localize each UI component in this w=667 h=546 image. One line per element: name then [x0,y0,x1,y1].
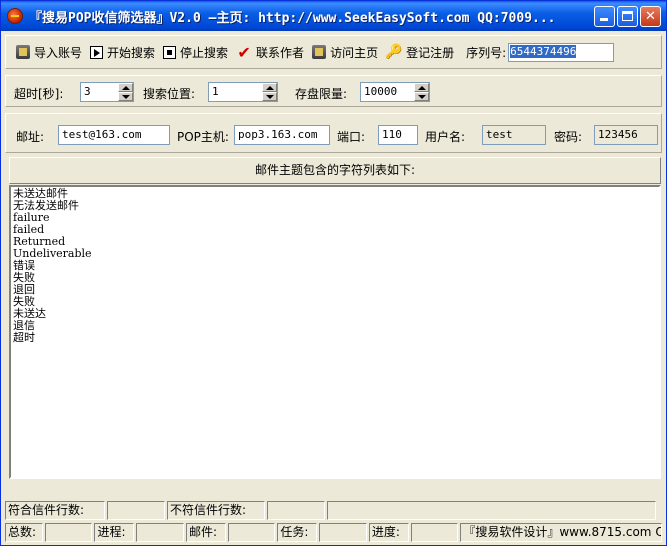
mail-value [227,523,276,542]
save-limit-value: 10000 [364,85,398,98]
window-title: 『搜易POP收信筛选器』V2.0 —主页: http://www.SeekEas… [29,10,556,26]
task-value [319,523,367,542]
list-item[interactable]: failed [13,224,657,236]
serial-label: 序列号: [466,45,507,60]
password-label: 密码: [554,130,583,144]
list-item[interactable]: 错误 [13,260,657,272]
status-spacer [327,501,656,520]
maximize-button[interactable] [617,6,638,27]
import-icon [16,45,30,59]
match-count-label: 符合信件行数: [5,501,105,520]
window-controls: ✕ [594,6,661,27]
keyword-list-header: 邮件主题包含的字符列表如下: [9,157,661,184]
list-item[interactable]: 退信 [13,320,657,332]
stop-icon [163,45,177,59]
register-label: 登记注册 [406,45,455,60]
nonmatch-count-value [267,501,325,520]
list-item[interactable]: Undeliverable [13,248,657,260]
spin-up-icon[interactable] [262,83,277,92]
spin-down-icon[interactable] [414,92,429,101]
process-value [136,523,184,542]
spin-up-icon[interactable] [414,83,429,92]
minimize-icon [600,18,608,21]
spin-up-icon[interactable] [118,83,133,92]
homepage-icon [312,45,327,59]
timeout-spinner[interactable]: 3 [80,82,134,102]
start-label: 开始搜索 [107,45,156,60]
password-field[interactable]: 123456 [594,125,658,145]
import-accounts-button[interactable]: 导入账号 [12,41,86,63]
title-bar[interactable]: 『搜易POP收信筛选器』V2.0 —主页: http://www.SeekEas… [1,1,666,31]
settings-panel: 超时[秒]: 3 搜索位置: 1 存盘限量: 10000 [5,75,662,107]
stop-search-button[interactable]: 停止搜索 [159,41,232,63]
pop-host-field[interactable]: pop3.163.com [234,125,330,145]
save-limit-spinner[interactable]: 10000 [360,82,430,102]
stop-label: 停止搜索 [180,45,229,60]
match-status-bar: 符合信件行数: 不符信件行数: [5,501,662,521]
list-item[interactable]: 未送达邮件 [13,188,657,200]
save-limit-label: 存盘限量: [295,87,348,101]
play-icon [90,45,104,59]
account-panel: 邮址: test@163.com POP主机: pop3.163.com 端口:… [5,113,662,153]
key-icon: 🔑 [385,44,403,60]
search-position-value: 1 [212,85,219,98]
app-logo-icon [7,8,23,24]
keyword-list[interactable]: 未送达邮件 无法发送邮件 failure failed Returned Und… [9,185,661,479]
visit-label: 访问主页 [330,45,379,60]
port-field[interactable]: 110 [378,125,418,145]
app-window: 『搜易POP收信筛选器』V2.0 —主页: http://www.SeekEas… [0,0,667,546]
list-item[interactable]: 无法发送邮件 [13,200,657,212]
list-item[interactable]: 失败 [13,272,657,284]
close-button[interactable]: ✕ [640,6,661,27]
checkmark-icon: ✔ [237,42,251,62]
process-label: 进程: [94,523,135,542]
progress-status-bar: 总数: 进程: 邮件: 任务: 进度: 『搜易软件设计』www.8715.com… [5,523,662,543]
timeout-value: 3 [84,85,91,98]
list-item[interactable]: Returned [13,236,657,248]
list-item[interactable]: 失败 [13,296,657,308]
serial-number-input[interactable]: 6544374496 [508,42,615,62]
visit-homepage-button[interactable]: 访问主页 [308,41,382,63]
credit-text: 『搜易软件设计』www.8715.com QQ [460,523,662,542]
total-label: 总数: [5,523,43,542]
serial-number-value: 6544374496 [510,44,577,58]
email-field[interactable]: test@163.com [58,125,170,145]
match-count-value [107,501,165,520]
progress-value [410,523,459,542]
username-label: 用户名: [425,130,466,144]
spin-down-icon[interactable] [262,92,277,101]
contact-author-button[interactable]: ✔ 联系作者 [232,41,308,63]
port-label: 端口: [337,130,366,144]
start-search-button[interactable]: 开始搜索 [86,41,159,63]
close-icon: ✕ [645,9,656,24]
search-position-label: 搜索位置: [143,87,196,101]
pop-host-label: POP主机: [177,130,229,144]
contact-label: 联系作者 [256,45,305,60]
list-item[interactable]: 退回 [13,284,657,296]
list-item[interactable]: 超时 [13,332,657,344]
username-field[interactable]: test [482,125,546,145]
list-item[interactable]: 未送达 [13,308,657,320]
email-label: 邮址: [16,130,45,144]
total-value [44,523,93,542]
mail-label: 邮件: [185,523,226,542]
import-label: 导入账号 [34,45,83,60]
minimize-button[interactable] [594,6,615,27]
toolbar: 导入账号 开始搜索 停止搜索 ✔ 联系作者 访问主页 🔑 登记注册 序列号: 6… [5,35,662,69]
task-label: 任务: [277,523,318,542]
register-button[interactable]: 🔑 登记注册 [382,41,458,63]
search-position-spinner[interactable]: 1 [208,82,278,102]
list-item[interactable]: failure [13,212,657,224]
nonmatch-count-label: 不符信件行数: [167,501,265,520]
progress-label: 进度: [368,523,409,542]
timeout-label: 超时[秒]: [14,87,64,101]
spin-down-icon[interactable] [118,92,133,101]
maximize-icon [622,11,633,21]
